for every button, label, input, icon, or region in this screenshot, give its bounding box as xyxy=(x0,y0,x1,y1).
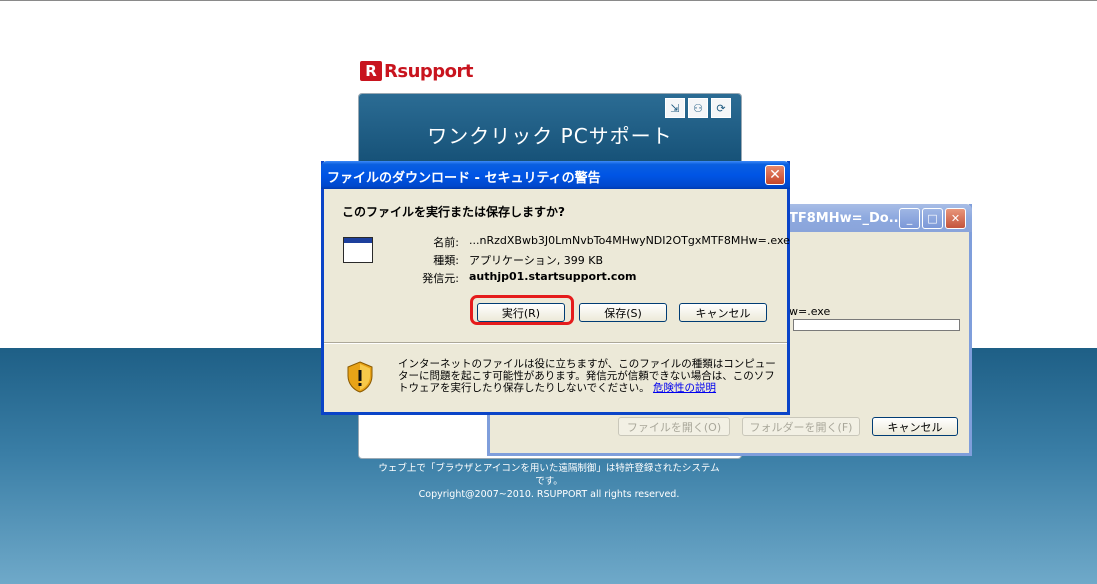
risk-explanation-link[interactable]: 危険性の説明 xyxy=(653,382,716,394)
cancel-button[interactable]: キャンセル xyxy=(679,303,767,322)
security-warning-dialog: ファイルのダウンロード - セキュリティの警告 ✕ このファイルを実行または保存… xyxy=(321,161,790,415)
open-file-button[interactable]: ファイルを開く(O) xyxy=(618,417,730,436)
warning-text: インターネットのファイルは役に立ちますが、このファイルの種類はコンピューターに問… xyxy=(398,358,776,394)
remote-screen-icon[interactable]: ⇲ xyxy=(665,98,685,118)
name-label: 名前: xyxy=(433,236,459,249)
top-border xyxy=(0,0,1097,1)
application-icon xyxy=(343,237,373,263)
type-value: アプリケーション, 399 KB xyxy=(469,254,604,267)
name-value: ...nRzdXBwb3J0LmNvbTo4MHwyNDI2OTgxMTF8MH… xyxy=(469,234,790,247)
open-folder-button[interactable]: フォルダーを開く(F) xyxy=(742,417,860,436)
footer-line-2: です。 xyxy=(535,476,563,487)
warning-shield-icon xyxy=(347,361,373,393)
minimize-button[interactable]: _ xyxy=(899,208,920,229)
footer-line-1: ウェブ上で「ブラウザとアイコンを用いた遠隔制御」は特許登録されたシステム xyxy=(378,463,720,474)
type-label: 種類: xyxy=(433,254,459,267)
dialog-title: ファイルのダウンロード - セキュリティの警告 xyxy=(327,171,601,186)
from-value: authjp01.startsupport.com xyxy=(469,270,637,283)
from-label: 発信元: xyxy=(422,272,459,285)
progress-cancel-button[interactable]: キャンセル xyxy=(872,417,958,436)
panel-footer: ウェブ上で「ブラウザとアイコンを用いた遠隔制御」は特許登録されたシステム です。… xyxy=(358,462,740,501)
progress-title: TF8MHw=_Do... xyxy=(789,211,904,226)
save-button[interactable]: 保存(S) xyxy=(579,303,667,322)
dialog-question: このファイルを実行または保存しますか? xyxy=(342,205,565,219)
progress-bar xyxy=(793,319,960,331)
close-button[interactable]: ✕ xyxy=(945,208,966,229)
maximize-button[interactable]: □ xyxy=(922,208,943,229)
dialog-titlebar[interactable]: ファイルのダウンロード - セキュリティの警告 ✕ xyxy=(321,161,790,189)
run-button[interactable]: 実行(R) xyxy=(477,303,565,322)
network-icon[interactable]: ⚇ xyxy=(688,98,708,118)
warning-text-block: インターネットのファイルは役に立ちますが、このファイルの種類はコンピューターに問… xyxy=(398,358,778,394)
dialog-divider xyxy=(324,342,787,344)
panel-title: ワンクリック PCサポート xyxy=(427,124,673,148)
copyright: Copyright@2007~2010. RSUPPORT all rights… xyxy=(418,489,680,500)
logo-text: Rsupport xyxy=(384,60,474,82)
panel-header: ⇲ ⚇ ⟳ ワンクリック PCサポート xyxy=(359,94,741,164)
rsupport-logo: R Rsupport xyxy=(360,60,474,82)
logo-mark: R xyxy=(360,61,382,81)
header-icons: ⇲ ⚇ ⟳ xyxy=(665,98,731,118)
progress-filename: w=.exe xyxy=(789,305,831,318)
dialog-close-icon[interactable]: ✕ xyxy=(765,165,785,185)
refresh-icon[interactable]: ⟳ xyxy=(711,98,731,118)
